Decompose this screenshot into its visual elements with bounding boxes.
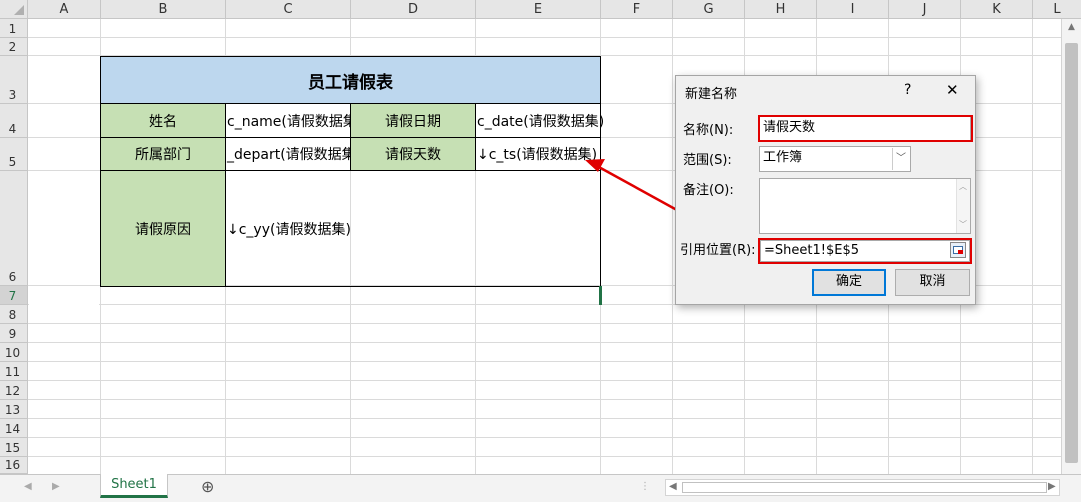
- row-header[interactable]: 2: [0, 38, 28, 56]
- reason-label-cell[interactable]: 请假原因: [100, 170, 226, 287]
- date-value-cell[interactable]: c_date(请假数据集): [475, 103, 604, 138]
- name-highlight-box: [758, 115, 973, 142]
- scroll-up-icon[interactable]: ▲: [1065, 22, 1078, 36]
- help-icon[interactable]: ?: [904, 82, 911, 98]
- cancel-button[interactable]: 取消: [895, 269, 970, 296]
- column-header-k[interactable]: K: [961, 0, 1033, 19]
- dept-value-cell[interactable]: _depart(请假数据集: [225, 137, 351, 171]
- gridline: [28, 399, 1068, 400]
- row-header[interactable]: 12: [0, 381, 28, 400]
- gridline: [28, 342, 1068, 343]
- horizontal-scrollbar[interactable]: ◀ ▶: [665, 479, 1060, 496]
- column-header-h[interactable]: H: [745, 0, 817, 19]
- row-header[interactable]: 10: [0, 343, 28, 362]
- row-header[interactable]: 14: [0, 419, 28, 438]
- row-header-selected[interactable]: 7: [0, 286, 28, 305]
- dialog-title: 新建名称: [685, 87, 738, 102]
- column-header-c[interactable]: C: [226, 0, 351, 19]
- name-label-cell[interactable]: 姓名: [100, 103, 226, 138]
- row-header[interactable]: 13: [0, 400, 28, 419]
- gridline: [28, 37, 1068, 38]
- row-header[interactable]: 11: [0, 362, 28, 381]
- row-header[interactable]: 9: [0, 324, 28, 343]
- column-header-e[interactable]: E: [476, 0, 601, 19]
- row-header[interactable]: 1: [0, 19, 28, 38]
- row-header[interactable]: 16: [0, 457, 28, 474]
- row-header[interactable]: 6: [0, 171, 28, 286]
- comment-scrollbar[interactable]: ︿ ﹀: [956, 179, 970, 233]
- horizontal-scroll-thumb[interactable]: [682, 482, 1047, 493]
- scope-select[interactable]: 工作簿: [759, 146, 911, 172]
- ref-label: 引用位置(R):: [680, 243, 756, 258]
- name-value-cell[interactable]: c_name(请假数据集: [225, 103, 351, 138]
- days-label-cell[interactable]: 请假天数: [350, 137, 476, 171]
- new-name-dialog[interactable]: 新建名称 ? ✕ 名称(N): 请假天数 范围(S): 工作簿 ﹀ 备注(O):…: [675, 75, 976, 305]
- tab-scroll-handle-icon[interactable]: ⋮: [640, 481, 650, 492]
- dept-label-cell[interactable]: 所属部门: [100, 137, 226, 171]
- ok-button[interactable]: 确定: [812, 269, 886, 296]
- next-sheet-icon[interactable]: ▶: [52, 481, 60, 492]
- comment-textarea[interactable]: [759, 178, 971, 234]
- name-label: 名称(N):: [683, 123, 734, 138]
- date-label-cell[interactable]: 请假日期: [350, 103, 476, 138]
- scope-label: 范围(S):: [683, 153, 732, 168]
- days-value-cell[interactable]: ↓c_ts(请假数据集): [475, 137, 601, 171]
- column-header-f[interactable]: F: [601, 0, 673, 19]
- scope-value: 工作簿: [763, 150, 803, 165]
- column-header-i[interactable]: I: [817, 0, 889, 19]
- chevron-down-icon[interactable]: ﹀: [892, 148, 909, 170]
- row-header[interactable]: 3: [0, 56, 28, 104]
- add-sheet-icon[interactable]: ⊕: [201, 477, 214, 496]
- gridline: [28, 380, 1068, 381]
- sheet-tab-bar: ◀ ▶ Sheet1 ⊕ ⋮ ◀ ▶: [0, 474, 1081, 502]
- scroll-up-icon[interactable]: ︿: [959, 181, 967, 192]
- select-all-triangle-icon: [14, 5, 24, 15]
- gridline: [28, 361, 1068, 362]
- scroll-down-icon[interactable]: ﹀: [959, 219, 967, 230]
- row-header[interactable]: 4: [0, 104, 28, 138]
- column-header-b[interactable]: B: [101, 0, 226, 19]
- scroll-left-icon[interactable]: ◀: [669, 481, 677, 492]
- column-header-j[interactable]: J: [889, 0, 961, 19]
- row-header[interactable]: 15: [0, 438, 28, 457]
- column-header-d[interactable]: D: [351, 0, 476, 19]
- comment-label: 备注(O):: [683, 183, 734, 198]
- gridline: [1032, 19, 1033, 474]
- column-header-a[interactable]: A: [28, 0, 101, 19]
- row-header[interactable]: 8: [0, 305, 28, 324]
- gridline: [28, 323, 1068, 324]
- column-header-g[interactable]: G: [673, 0, 745, 19]
- column-header-l[interactable]: L: [1033, 0, 1081, 19]
- close-icon[interactable]: ✕: [946, 81, 959, 99]
- table-title[interactable]: 员工请假表: [100, 56, 601, 104]
- spacer: [29, 303, 99, 305]
- gridline: [28, 456, 1068, 457]
- reason-value-cell[interactable]: ↓c_yy(请假数据集): [225, 170, 601, 287]
- prev-sheet-icon[interactable]: ◀: [24, 481, 32, 492]
- ref-highlight-box: [758, 238, 972, 264]
- tab-sheet1[interactable]: Sheet1: [100, 474, 168, 498]
- vertical-scroll-thumb[interactable]: [1065, 43, 1078, 463]
- gridline: [28, 437, 1068, 438]
- active-cell-indicator: [599, 286, 602, 305]
- vertical-scrollbar[interactable]: ▲: [1061, 19, 1081, 474]
- scroll-right-icon[interactable]: ▶: [1048, 481, 1056, 492]
- gridline: [28, 418, 1068, 419]
- row-header[interactable]: 5: [0, 138, 28, 171]
